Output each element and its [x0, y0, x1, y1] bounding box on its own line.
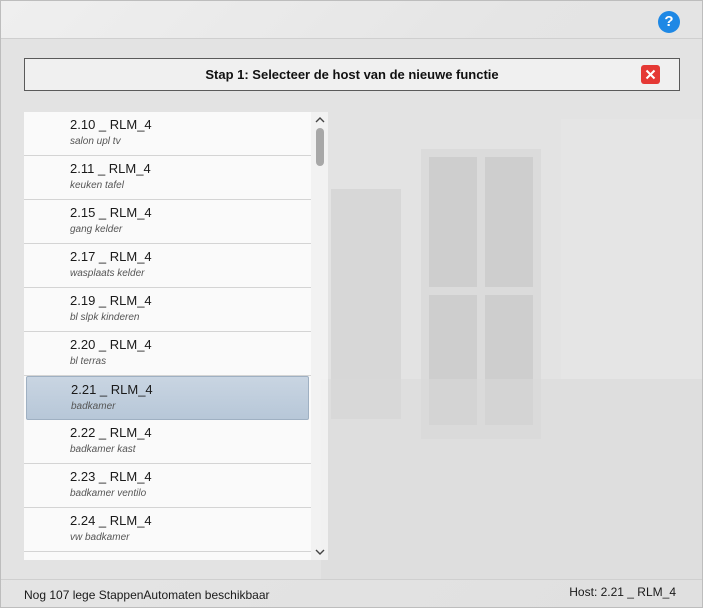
scrollbar-thumb[interactable] [316, 128, 324, 166]
list-item-desc: vw badkamer [70, 532, 130, 543]
list-item-name: 2.20 _ RLM_4 [70, 337, 152, 352]
chevron-up-glyph [315, 117, 324, 123]
list-item[interactable]: 2.20 _ RLM_4 bl terras [24, 332, 311, 376]
chevron-up-icon[interactable] [311, 112, 328, 128]
list-item-desc: keuken tafel [70, 180, 124, 191]
list-item-name: 2.10 _ RLM_4 [70, 117, 152, 132]
list-item-desc: badkamer [71, 401, 116, 412]
list-item-name: 2.17 _ RLM_4 [70, 249, 152, 264]
close-icon[interactable] [641, 65, 660, 84]
step-header: Stap 1: Selecteer de host van de nieuwe … [24, 58, 680, 91]
chevron-down-icon[interactable] [311, 544, 328, 560]
close-x-glyph [645, 69, 656, 80]
host-label: Host: 2.21 _ RLM_4 [569, 585, 676, 599]
list-item-desc: badkamer kast [70, 444, 136, 455]
status-bar: Nog 107 lege StappenAutomaten beschikbaa… [1, 579, 702, 607]
list-item-name: 2.22 _ RLM_4 [70, 425, 152, 440]
chevron-down-glyph [315, 549, 324, 555]
list-item-name: 2.21 _ RLM_4 [71, 382, 153, 397]
list-item[interactable]: 2.15 _ RLM_4 gang kelder [24, 200, 311, 244]
step-title: Stap 1: Selecteer de host van de nieuwe … [205, 67, 499, 82]
list-item[interactable]: 2.22 _ RLM_4 badkamer kast [24, 420, 311, 464]
list-item-name: 2.11 _ RLM_4 [70, 161, 151, 176]
dialog-window: ? Stap 1: Selecteer de host van de nieuw… [0, 0, 703, 608]
help-icon[interactable]: ? [658, 11, 680, 33]
list-item[interactable]: 2.24 _ RLM_4 vw badkamer [24, 508, 311, 552]
list-item-desc: wasplaats kelder [70, 268, 145, 279]
list-item-desc: bl slpk kinderen [70, 312, 140, 323]
list-item-desc: gang kelder [70, 224, 123, 235]
list-item[interactable]: 2.10 _ RLM_4 salon upl tv [24, 112, 311, 156]
host-list[interactable]: 2.10 _ RLM_4 salon upl tv 2.11 _ RLM_4 k… [24, 112, 328, 560]
list-item[interactable]: 2.19 _ RLM_4 bl slpk kinderen [24, 288, 311, 332]
list-item-desc: badkamer ventilo [70, 488, 147, 499]
list-item-name: 2.15 _ RLM_4 [70, 205, 152, 220]
list-item[interactable]: 2.23 _ RLM_4 badkamer ventilo [24, 464, 311, 508]
list-item-desc: salon upl tv [70, 136, 121, 147]
list-item-name: 2.23 _ RLM_4 [70, 469, 152, 484]
list-item-name: 2.19 _ RLM_4 [70, 293, 152, 308]
host-list-items: 2.10 _ RLM_4 salon upl tv 2.11 _ RLM_4 k… [24, 112, 311, 552]
list-item[interactable]: 2.11 _ RLM_4 keuken tafel [24, 156, 311, 200]
list-item[interactable]: 2.17 _ RLM_4 wasplaats kelder [24, 244, 311, 288]
list-scrollbar[interactable] [311, 112, 328, 560]
list-item-desc: bl terras [70, 356, 107, 367]
top-bar: ? [1, 1, 702, 39]
list-item-name: 2.24 _ RLM_4 [70, 513, 152, 528]
list-item-selected[interactable]: 2.21 _ RLM_4 badkamer [26, 376, 309, 420]
status-text: Nog 107 lege StappenAutomaten beschikbaa… [24, 588, 270, 602]
